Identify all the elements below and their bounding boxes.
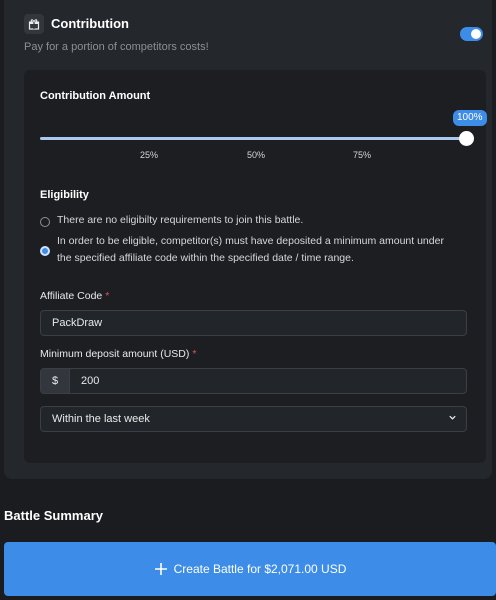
min-deposit-label: Minimum deposit amount (USD) * — [40, 348, 196, 360]
currency-prefix: $ — [40, 368, 70, 394]
date-range-select[interactable]: Within the last week — [40, 406, 467, 432]
tick-50: 50% — [247, 150, 266, 160]
min-deposit-label-text: Minimum deposit amount (USD) — [40, 348, 190, 360]
min-deposit-input[interactable]: 200 — [69, 368, 467, 394]
contribution-toggle[interactable] — [460, 27, 483, 41]
tick-75: 75% — [353, 150, 372, 160]
chevron-down-icon — [449, 415, 456, 420]
eligibility-option-deposit-line2[interactable]: the specified affiliate code within the … — [57, 250, 354, 267]
battle-summary-title: Battle Summary — [4, 508, 103, 523]
eligibility-option-none[interactable]: There are no eligibilty requirements to … — [57, 212, 303, 229]
required-mark: * — [105, 290, 110, 302]
affiliate-code-label-text: Affiliate Code — [40, 290, 103, 302]
contribution-slider[interactable] — [40, 137, 467, 140]
eligibility-option-deposit-line1[interactable]: In order to be eligible, competitor(s) m… — [57, 233, 444, 250]
required-mark: * — [192, 348, 197, 360]
eligibility-radio-deposit[interactable] — [40, 246, 50, 256]
create-battle-label: Create Battle for $2,071.00 USD — [173, 562, 347, 576]
toggle-knob — [471, 29, 481, 39]
contribution-panel: Contribution Pay for a portion of compet… — [4, 0, 492, 479]
contribution-title: Contribution — [51, 16, 129, 31]
eligibility-label: Eligibility — [40, 189, 89, 201]
create-battle-button[interactable]: Create Battle for $2,071.00 USD — [4, 542, 496, 596]
affiliate-code-label: Affiliate Code * — [40, 290, 109, 302]
tick-25: 25% — [140, 150, 159, 160]
contribution-subtitle: Pay for a portion of competitors costs! — [24, 41, 209, 53]
slider-value-badge: 100% — [453, 110, 487, 126]
gift-icon — [24, 14, 44, 34]
slider-handle[interactable] — [459, 131, 474, 146]
plus-icon — [154, 563, 167, 575]
contribution-settings: Contribution Amount 100% 25% 50% 75% Eli… — [24, 70, 487, 463]
eligibility-radio-none[interactable] — [40, 217, 50, 227]
affiliate-code-input[interactable]: PackDraw — [40, 310, 467, 336]
contribution-amount-label: Contribution Amount — [40, 90, 151, 102]
date-range-value: Within the last week — [52, 413, 150, 425]
